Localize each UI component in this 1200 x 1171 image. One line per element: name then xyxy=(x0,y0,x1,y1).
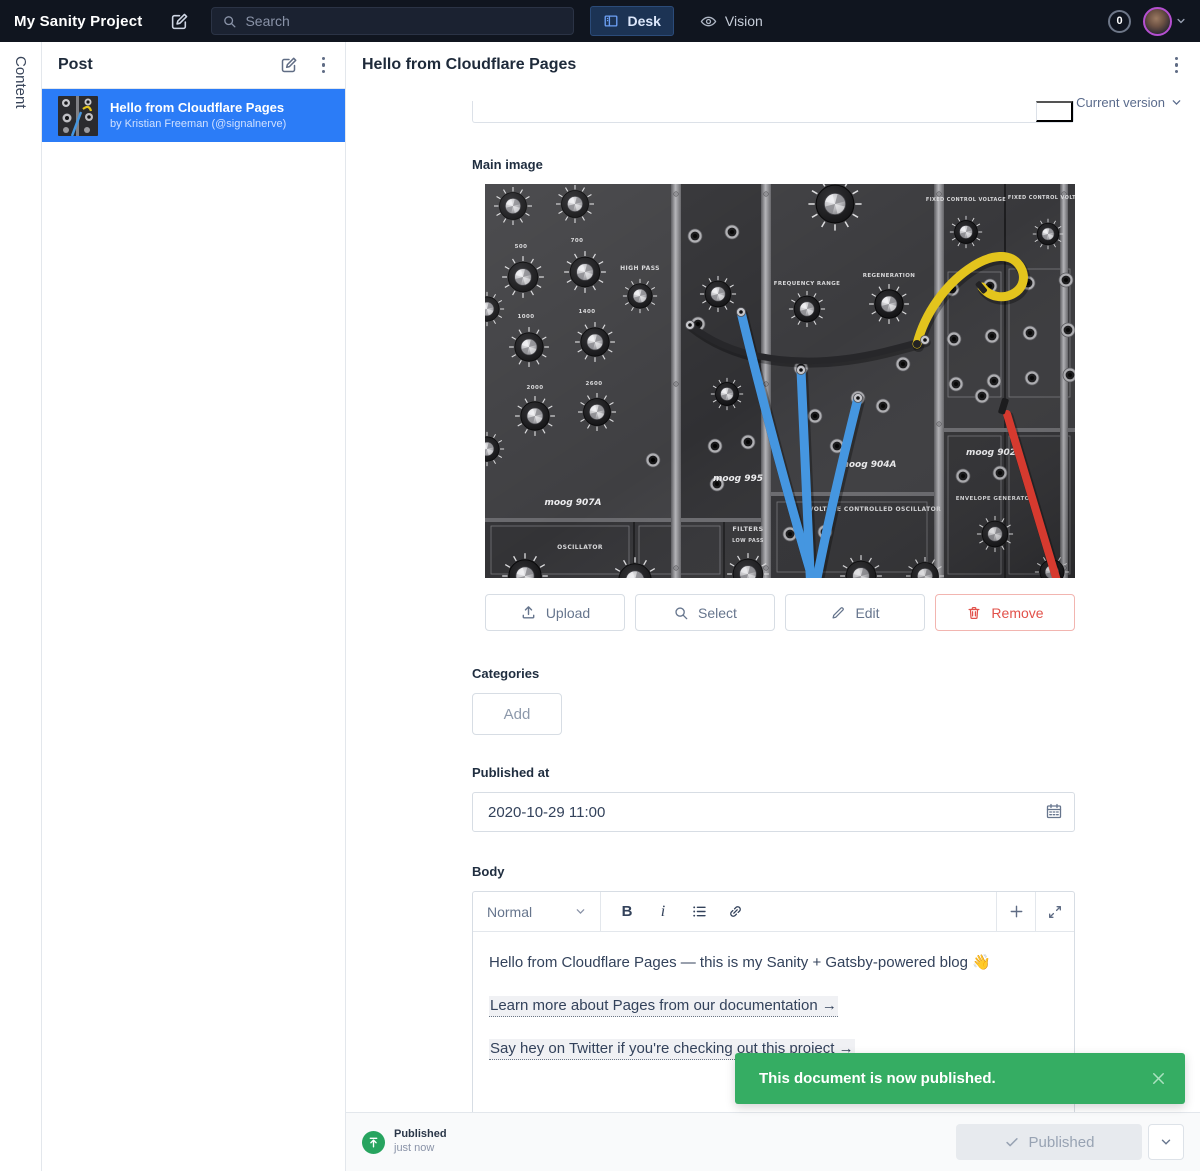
upload-icon xyxy=(520,604,537,621)
sanity-studio-app: My Sanity Project Desk Vision 0 Content … xyxy=(0,0,1200,1171)
publish-button-label: Published xyxy=(1029,1134,1095,1151)
bold-button[interactable]: B xyxy=(609,892,645,931)
desk-icon xyxy=(603,13,619,29)
calendar-icon[interactable] xyxy=(1045,802,1063,820)
success-toast: This document is now published. xyxy=(735,1053,1185,1104)
expand-icon xyxy=(1047,904,1063,920)
insert-block-button[interactable] xyxy=(996,892,1035,931)
project-title: My Sanity Project xyxy=(14,13,142,30)
content-rail-tab[interactable]: Content xyxy=(12,56,29,109)
arrow-up-to-line-icon xyxy=(367,1136,380,1149)
check-icon xyxy=(1004,1134,1020,1150)
editor-toolbar-right xyxy=(996,892,1074,931)
publish-status-title: Published xyxy=(394,1128,447,1142)
add-category-button[interactable]: Add xyxy=(472,693,562,735)
status-badge[interactable]: 0 xyxy=(1108,10,1131,33)
italic-button[interactable]: i xyxy=(645,892,681,931)
link-button[interactable] xyxy=(717,892,753,931)
edit-label: Edit xyxy=(855,605,879,621)
bullet-list-icon xyxy=(691,903,708,920)
chevron-down-icon xyxy=(1171,97,1182,108)
expand-editor-button[interactable] xyxy=(1035,892,1074,931)
post-list-item-selected[interactable]: Hello from Cloudflare Pages by Kristian … xyxy=(42,89,345,142)
tab-vision-label: Vision xyxy=(725,13,763,29)
tab-desk[interactable]: Desk xyxy=(590,6,673,36)
document-panel: Hello from Cloudflare Pages Current vers… xyxy=(346,42,1200,1112)
search-icon xyxy=(673,605,689,621)
post-thumbnail xyxy=(58,96,98,136)
publish-status-icon xyxy=(362,1131,385,1154)
search-icon xyxy=(222,14,237,29)
compose-icon xyxy=(170,12,189,31)
create-post-button[interactable] xyxy=(280,56,298,74)
document-header: Hello from Cloudflare Pages xyxy=(346,42,1200,88)
upload-button[interactable]: Upload xyxy=(485,594,625,631)
publish-status-time: just now xyxy=(394,1142,447,1156)
publish-button[interactable]: Published xyxy=(956,1124,1142,1160)
edit-button[interactable]: Edit xyxy=(785,594,925,631)
toast-message: This document is now published. xyxy=(759,1070,1150,1087)
topbar: My Sanity Project Desk Vision 0 xyxy=(0,0,1200,42)
chevron-down-icon xyxy=(575,906,586,917)
slug-field-clipped[interactable] xyxy=(472,101,1074,123)
main-image-label: Main image xyxy=(472,157,1075,172)
editor-toolbar: Normal B i xyxy=(473,892,1074,932)
published-at-label: Published at xyxy=(472,765,1075,780)
select-label: Select xyxy=(698,605,737,621)
document-title: Hello from Cloudflare Pages xyxy=(362,56,1171,74)
bold-icon: B xyxy=(622,903,633,920)
document-footer: Published just now Published xyxy=(346,1112,1200,1171)
format-buttons: B i xyxy=(601,892,753,931)
document-menu-button[interactable] xyxy=(1171,53,1183,78)
body-link-row: Learn more about Pages from our document… xyxy=(489,995,1058,1017)
user-avatar[interactable] xyxy=(1143,7,1172,36)
chevron-down-icon[interactable] xyxy=(1176,16,1186,26)
new-document-button[interactable] xyxy=(170,12,189,31)
post-item-subtitle: by Kristian Freeman (@signalnerve) xyxy=(110,117,286,132)
post-list-panel: Post Hello from Cloudflare Pages by Kris… xyxy=(42,42,346,1171)
bullet-list-button[interactable] xyxy=(681,892,717,931)
version-label: Current version xyxy=(1076,95,1165,110)
content-rail: Content xyxy=(0,42,42,1171)
pencil-icon xyxy=(830,605,846,621)
image-actions: Upload Select Edit Remove xyxy=(485,594,1075,631)
upload-label: Upload xyxy=(546,605,590,621)
text-style-select[interactable]: Normal xyxy=(473,892,601,931)
post-panel-title: Post xyxy=(58,56,260,74)
publish-status: Published just now xyxy=(394,1128,447,1156)
publish-menu-button[interactable] xyxy=(1148,1124,1184,1160)
slug-generate-button[interactable] xyxy=(1036,101,1073,122)
select-button[interactable]: Select xyxy=(635,594,775,631)
close-icon xyxy=(1150,1070,1167,1087)
trash-icon xyxy=(966,605,982,621)
search-input[interactable] xyxy=(245,13,563,29)
documentation-link[interactable]: Learn more about Pages from our document… xyxy=(489,996,838,1017)
post-panel-header: Post xyxy=(42,42,345,89)
tab-desk-label: Desk xyxy=(627,13,660,29)
plus-icon xyxy=(1008,903,1025,920)
remove-label: Remove xyxy=(991,605,1043,621)
synthesizer-photo: 500700HIGH PASS1000140020002600FREQUENCY… xyxy=(485,184,1075,578)
body-paragraph[interactable]: Hello from Cloudflare Pages — this is my… xyxy=(489,952,1058,974)
chevron-down-icon xyxy=(1160,1136,1172,1148)
body-label: Body xyxy=(472,864,1075,879)
document-form: Main image xyxy=(472,157,1075,1112)
text-style-value: Normal xyxy=(487,904,532,920)
remove-button[interactable]: Remove xyxy=(935,594,1075,631)
categories-label: Categories xyxy=(472,666,1075,681)
published-at-input[interactable] xyxy=(472,792,1075,832)
tab-vision[interactable]: Vision xyxy=(688,6,775,36)
toast-close-button[interactable] xyxy=(1150,1070,1167,1087)
post-item-title: Hello from Cloudflare Pages xyxy=(110,99,286,117)
main-image[interactable]: 500700HIGH PASS1000140020002600FREQUENCY… xyxy=(485,184,1075,578)
compose-icon xyxy=(280,56,298,74)
published-at-field xyxy=(472,792,1075,832)
post-panel-menu-button[interactable] xyxy=(318,53,330,78)
eye-icon xyxy=(700,13,717,30)
italic-icon: i xyxy=(661,903,665,921)
search-bar[interactable] xyxy=(211,7,574,35)
badge-count: 0 xyxy=(1116,15,1122,27)
link-icon xyxy=(727,903,744,920)
